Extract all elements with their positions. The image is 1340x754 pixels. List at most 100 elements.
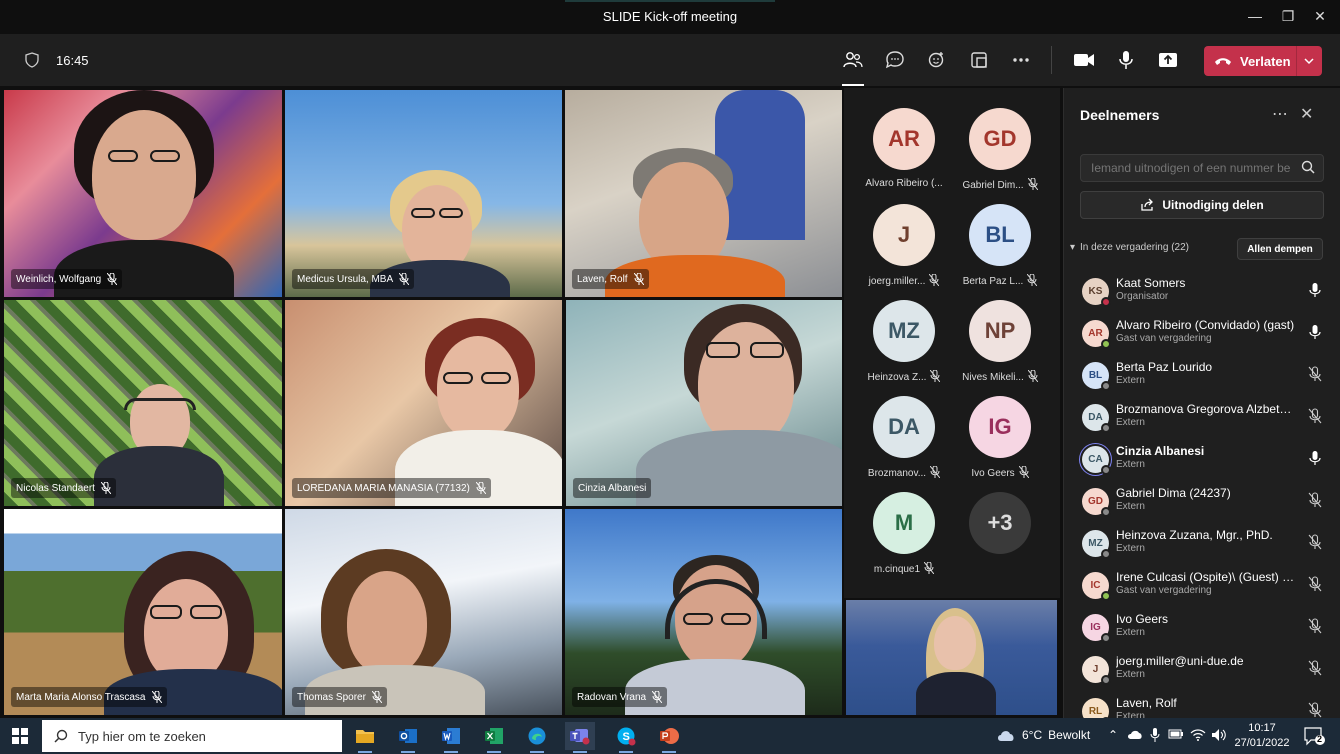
- avatar: NP: [969, 300, 1031, 362]
- system-clock[interactable]: 10:17 27/01/2022: [1234, 721, 1290, 751]
- mic-off-icon[interactable]: [1308, 576, 1322, 592]
- glasses: [750, 342, 784, 358]
- participant-row[interactable]: BL Berta Paz Lourido Extern: [1064, 356, 1340, 398]
- notification-center-icon[interactable]: 2: [1303, 726, 1325, 746]
- participant-row[interactable]: DA Brozmanova Gregorova Alzbeta,... Extern: [1064, 398, 1340, 440]
- teams-icon[interactable]: [565, 722, 595, 753]
- participant-role: Extern: [1116, 501, 1145, 512]
- participant-name-tag: Nicolas Standaert: [11, 478, 116, 498]
- close-icon[interactable]: ✕: [1300, 104, 1313, 124]
- video-tile-weinlich[interactable]: Weinlich, Wolfgang: [4, 90, 282, 297]
- participant-row[interactable]: AR Alvaro Ribeiro (Convidado) (gast) Gast …: [1064, 314, 1340, 356]
- chevron-down-icon[interactable]: [1302, 52, 1316, 75]
- mic-off-icon[interactable]: [1308, 534, 1322, 550]
- avatar: GD: [969, 108, 1031, 170]
- participant-row[interactable]: GD Gabriel Dima (24237) Extern: [1064, 482, 1340, 524]
- video-tile-vrana[interactable]: Radovan Vrana: [565, 509, 842, 715]
- avatar-tile[interactable]: BL Berta Paz L...: [952, 204, 1048, 300]
- participant-row[interactable]: IC Irene Culcasi (Ospite)\ (Guest) (g... G…: [1064, 566, 1340, 608]
- presence-status-icon: [1101, 339, 1111, 349]
- reactions-icon[interactable]: [925, 48, 949, 72]
- section-toggle[interactable]: ▾ In deze vergadering (22): [1070, 242, 1189, 253]
- more-actions-icon[interactable]: [1009, 48, 1033, 72]
- chat-icon[interactable]: [883, 48, 907, 72]
- shield-icon[interactable]: [20, 48, 44, 72]
- participant-row[interactable]: IG Ivo Geers Extern: [1064, 608, 1340, 650]
- rooms-icon[interactable]: [967, 48, 991, 72]
- search-icon[interactable]: [1301, 160, 1315, 179]
- mic-off-icon: [930, 369, 941, 385]
- leave-button[interactable]: Verlaten: [1204, 46, 1322, 76]
- video-tile-laven[interactable]: Laven, Rolf: [565, 90, 842, 297]
- avatar: IG: [1082, 614, 1111, 643]
- maximize-icon[interactable]: ❐: [1278, 6, 1298, 26]
- microphone-tray-icon[interactable]: [1150, 728, 1160, 745]
- glasses: [411, 208, 435, 218]
- self-view-tile[interactable]: [846, 600, 1057, 715]
- mute-all-button[interactable]: Allen dempen: [1237, 238, 1323, 260]
- outlook-icon[interactable]: [393, 722, 423, 753]
- avatar-tile[interactable]: DA Brozmanov...: [856, 396, 952, 492]
- avatar-tile[interactable]: Mm.cinque1: [856, 492, 952, 588]
- windows-start-icon[interactable]: [12, 728, 28, 749]
- avatar-tile[interactable]: IG Ivo Geers: [952, 396, 1048, 492]
- presence-status-icon: [1101, 465, 1111, 475]
- mic-off-icon[interactable]: [1308, 492, 1322, 508]
- microphone-icon[interactable]: [1308, 450, 1322, 466]
- participant-name: Ivo Geers: [1116, 612, 1169, 626]
- glasses: [443, 372, 473, 384]
- mic-off-icon[interactable]: [1308, 618, 1322, 634]
- word-icon[interactable]: [436, 722, 466, 753]
- mic-off-icon[interactable]: [1308, 660, 1322, 676]
- skype-icon[interactable]: S: [611, 722, 641, 753]
- more-options-icon[interactable]: ⋯: [1272, 104, 1288, 124]
- mic-off-icon[interactable]: [1308, 408, 1322, 424]
- avatar-tile[interactable]: MZ Heinzova Z...: [856, 300, 952, 396]
- mic-off-icon[interactable]: [1308, 702, 1322, 718]
- wifi-icon[interactable]: [1190, 728, 1206, 745]
- avatar-tile[interactable]: +3: [952, 492, 1048, 588]
- avatar-tile[interactable]: Jjoerg.miller...: [856, 204, 952, 300]
- chevron-up-icon[interactable]: ⌃: [1108, 728, 1118, 742]
- video-tile-albanesi[interactable]: Cinzia Albanesi: [566, 300, 842, 506]
- video-tile-medicus[interactable]: Medicus Ursula, MBA: [285, 90, 562, 297]
- powerpoint-icon[interactable]: [654, 722, 684, 753]
- microphone-icon[interactable]: [1308, 282, 1322, 298]
- participant-row[interactable]: MZ Heinzova Zuzana, Mgr., PhD. Extern: [1064, 524, 1340, 566]
- close-window-icon[interactable]: ✕: [1310, 6, 1330, 26]
- avatar-tile[interactable]: NP Nives Mikeli...: [952, 300, 1048, 396]
- onedrive-icon[interactable]: [1127, 728, 1143, 743]
- meeting-toolbar: 16:45 Verlaten: [0, 34, 1340, 86]
- mic-off-icon: [929, 465, 941, 481]
- presence-status-icon: [1101, 297, 1111, 307]
- file-explorer-icon[interactable]: [350, 722, 380, 753]
- video-tile-alonso[interactable]: Marta Maria Alonso Trascasa: [4, 509, 282, 715]
- edge-icon[interactable]: [522, 722, 552, 753]
- share-screen-icon[interactable]: [1156, 48, 1180, 72]
- video-tile-standaert[interactable]: Nicolas Standaert: [4, 300, 282, 506]
- invite-input[interactable]: [1080, 154, 1324, 182]
- people-icon[interactable]: [841, 48, 865, 72]
- battery-icon[interactable]: [1168, 728, 1184, 743]
- microphone-icon[interactable]: [1308, 324, 1322, 340]
- avatar-tile[interactable]: GD Gabriel Dim...: [952, 108, 1048, 204]
- weather-widget[interactable]: 6°C Bewolkt: [996, 728, 1090, 742]
- video-tile-sporer[interactable]: Thomas Sporer: [285, 509, 562, 715]
- video-tile-manasia[interactable]: LOREDANA MARIA MANASIA (77132): [285, 300, 562, 506]
- camera-icon[interactable]: [1072, 48, 1096, 72]
- participant-row[interactable]: CA Cinzia Albanesi Extern: [1064, 440, 1340, 482]
- toolbar-separator: [1051, 46, 1052, 74]
- participant-row[interactable]: KS Kaat Somers Organisator: [1064, 272, 1340, 314]
- share-invite-button[interactable]: Uitnodiging delen: [1080, 191, 1324, 219]
- excel-icon[interactable]: [479, 722, 509, 753]
- hangup-icon: [1214, 56, 1232, 66]
- avatar-tile[interactable]: AR Alvaro Ribeiro (...: [856, 108, 952, 204]
- avatar: KS: [1082, 278, 1111, 307]
- minimize-icon[interactable]: —: [1245, 6, 1265, 26]
- participant-row[interactable]: Jjoerg.miller@uni-due.de Extern: [1064, 650, 1340, 692]
- mic-off-icon[interactable]: [1308, 366, 1322, 382]
- microphone-icon[interactable]: [1114, 48, 1138, 72]
- taskbar-search[interactable]: Typ hier om te zoeken: [42, 720, 342, 752]
- avatar: CA: [1082, 446, 1111, 475]
- volume-icon[interactable]: [1211, 728, 1227, 745]
